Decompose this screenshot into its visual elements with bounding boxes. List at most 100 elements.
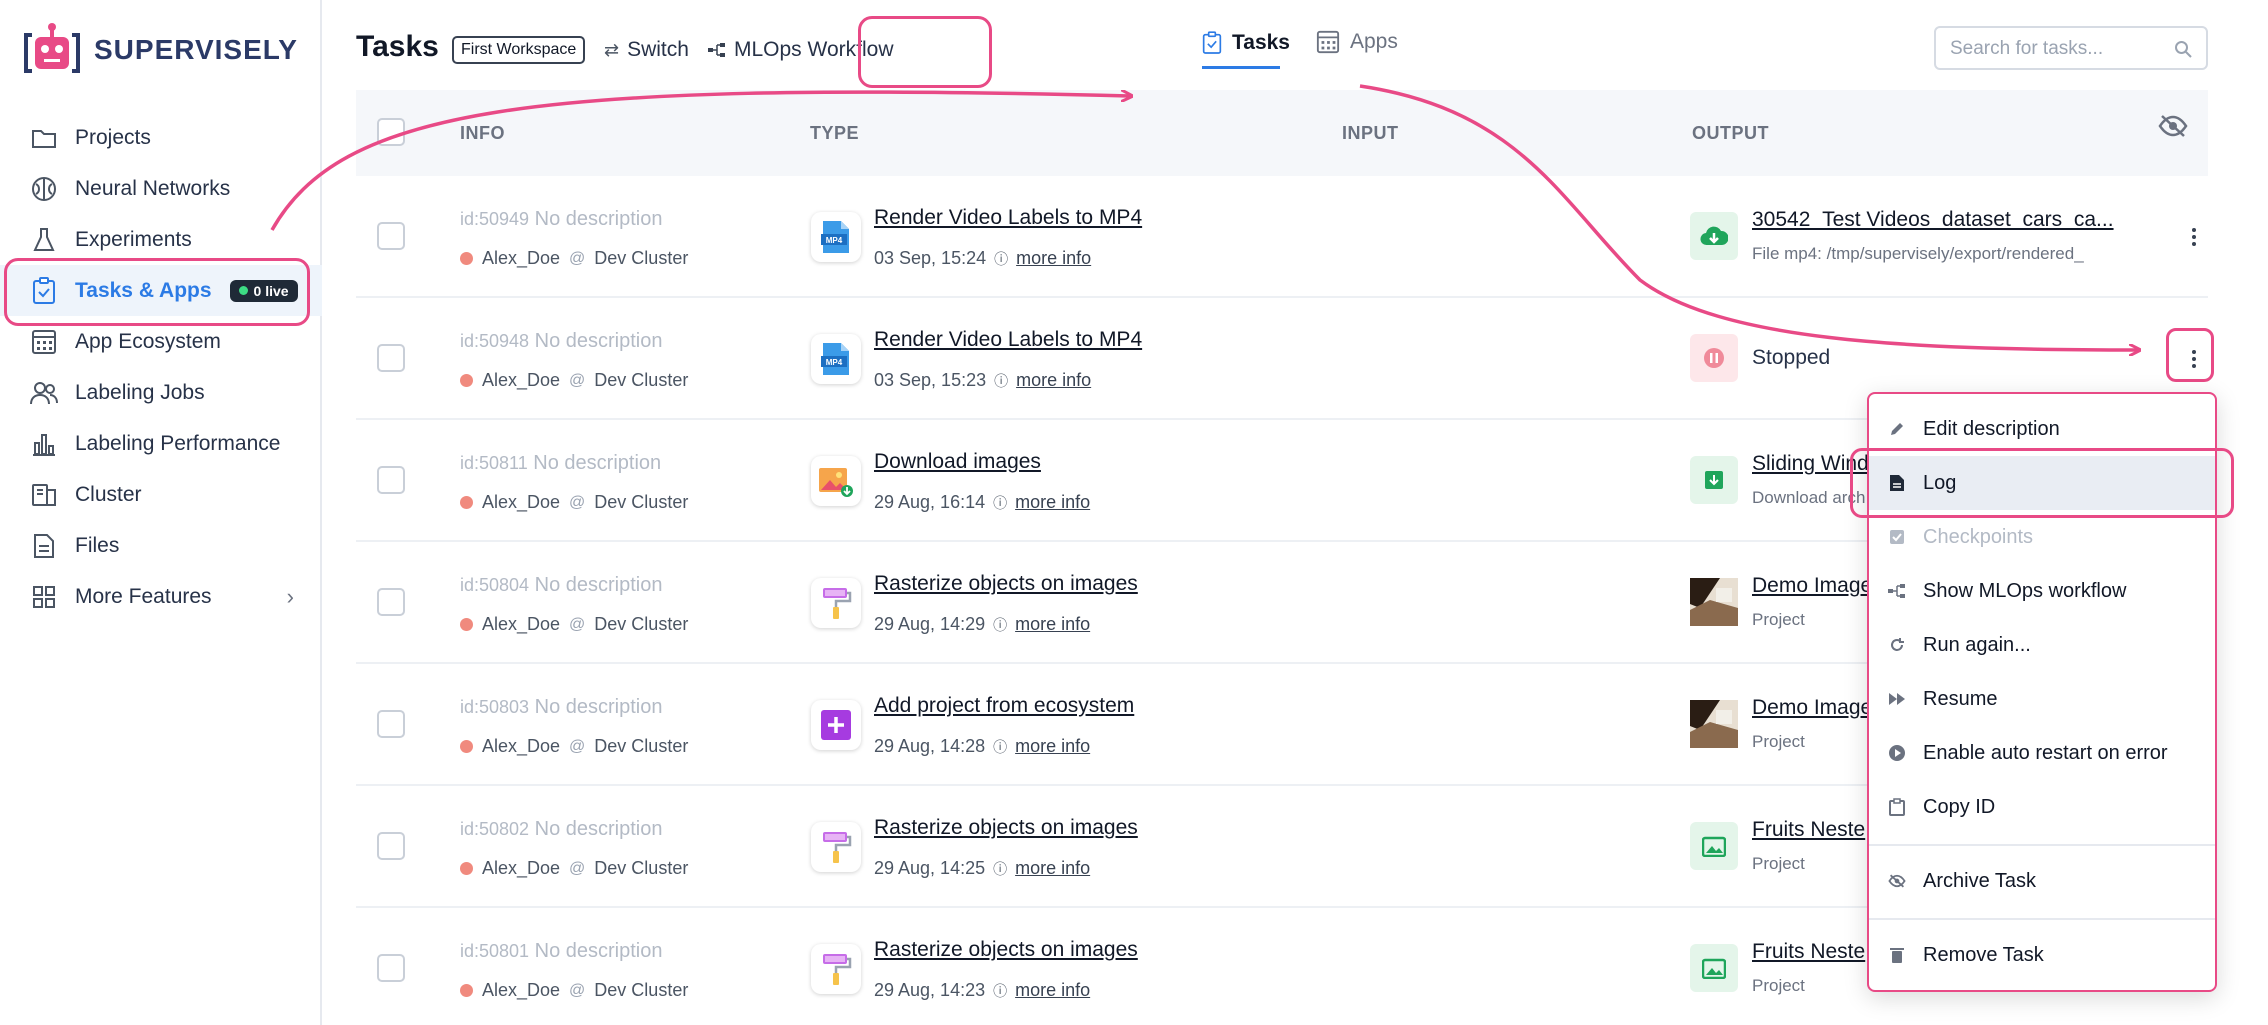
archive-download-icon xyxy=(1690,456,1738,504)
output-project-link[interactable]: Demo Image xyxy=(1752,574,1872,598)
sidebar-item-label: Experiments xyxy=(75,227,192,251)
row-checkbox[interactable] xyxy=(377,466,405,494)
row-checkbox[interactable] xyxy=(377,222,405,250)
user-name: Alex_Doe xyxy=(482,492,561,512)
task-date: 03 Sep, 15:24 ⓘ more info xyxy=(874,248,1091,269)
sidebar-item-labeling-jobs[interactable]: Labeling Jobs xyxy=(0,367,322,418)
menu-item-enable-auto-restart[interactable]: Enable auto restart on error xyxy=(1869,726,2215,780)
menu-item-resume[interactable]: Resume xyxy=(1869,672,2215,726)
task-description[interactable]: No description xyxy=(535,940,663,962)
switch-workspace-link[interactable]: ⇄ Switch xyxy=(604,38,689,62)
info-icon: ⓘ xyxy=(994,372,1009,389)
task-id: id:50803 xyxy=(460,697,530,717)
tab-apps[interactable]: Apps xyxy=(1316,30,1398,54)
file-icon xyxy=(30,532,58,560)
row-checkbox[interactable] xyxy=(377,710,405,738)
more-info-link[interactable]: more info xyxy=(1016,248,1091,269)
output-file-link[interactable]: 30542_Test Videos_dataset_cars_ca... xyxy=(1752,208,2114,232)
mp4-video-icon: MP4 xyxy=(811,212,861,262)
menu-item-label: Remove Task xyxy=(1923,943,2044,966)
more-info-link[interactable]: more info xyxy=(1015,736,1090,757)
search-input[interactable]: Search for tasks... xyxy=(1934,26,2208,70)
row-actions-menu-icon[interactable] xyxy=(2182,222,2206,252)
stopped-status-icon xyxy=(1690,334,1738,382)
task-app-name[interactable]: Render Video Labels to MP4 xyxy=(874,206,1142,230)
clipboard-check-icon xyxy=(1202,31,1222,54)
task-app-name[interactable]: Download images xyxy=(874,450,1041,474)
logo[interactable]: SUPERVISELY xyxy=(22,20,298,80)
download-images-icon xyxy=(811,456,861,506)
cluster-name: Dev Cluster xyxy=(594,248,689,268)
sidebar-item-more-features[interactable]: More Features › xyxy=(0,571,322,622)
brain-icon xyxy=(30,175,58,203)
more-info-link[interactable]: more info xyxy=(1015,614,1090,635)
table-row[interactable]: id:50949 No description Alex_Doe @ Dev Clu… xyxy=(356,176,2208,298)
menu-item-copy-id[interactable]: Copy ID xyxy=(1869,780,2215,834)
task-description[interactable]: No description xyxy=(535,574,663,596)
user-avatar xyxy=(460,496,473,509)
refresh-icon xyxy=(1885,637,1909,653)
menu-item-archive-task[interactable]: Archive Task xyxy=(1869,854,2215,908)
output-project-link[interactable]: Fruits Neste xyxy=(1752,818,1865,842)
row-checkbox[interactable] xyxy=(377,832,405,860)
menu-item-remove-task[interactable]: Remove Task xyxy=(1869,928,2215,982)
search-icon xyxy=(2175,41,2192,58)
task-app-name[interactable]: Rasterize objects on images xyxy=(874,572,1138,596)
task-id: id:50802 xyxy=(460,819,530,839)
task-info: id:50802 No description xyxy=(460,818,662,841)
sidebar-item-label: Projects xyxy=(75,125,151,149)
row-checkbox[interactable] xyxy=(377,954,405,982)
sidebar-item-cluster[interactable]: Cluster xyxy=(0,469,322,520)
sidebar-item-projects[interactable]: Projects xyxy=(0,112,322,163)
sidebar-item-files[interactable]: Files xyxy=(0,520,322,571)
more-info-link[interactable]: more info xyxy=(1016,370,1091,391)
user-avatar xyxy=(460,862,473,875)
sidebar-nav: Projects Neural Networks Experiments Tas… xyxy=(0,112,322,622)
more-info-link[interactable]: more info xyxy=(1015,492,1090,513)
menu-item-run-again[interactable]: Run again... xyxy=(1869,618,2215,672)
more-info-link[interactable]: more info xyxy=(1015,858,1090,879)
eye-off-icon[interactable] xyxy=(2158,114,2188,138)
task-description[interactable]: No description xyxy=(535,818,663,840)
more-info-link[interactable]: more info xyxy=(1015,980,1090,1001)
paint-roller-icon xyxy=(811,822,861,872)
task-app-name[interactable]: Add project from ecosystem xyxy=(874,694,1134,718)
menu-divider xyxy=(1869,844,2215,846)
row-checkbox[interactable] xyxy=(377,344,405,372)
task-timestamp: 29 Aug, 14:28 xyxy=(874,736,986,756)
workspace-chip[interactable]: First Workspace xyxy=(452,36,586,64)
column-header-input: INPUT xyxy=(1342,123,1399,143)
search-placeholder: Search for tasks... xyxy=(1950,38,2104,59)
eye-off-icon xyxy=(1885,874,1909,888)
output-project-link[interactable]: Fruits Neste xyxy=(1752,940,1865,964)
info-icon: ⓘ xyxy=(993,982,1008,999)
task-id: id:50948 xyxy=(460,331,530,351)
output-file-path: File mp4: /tmp/supervisely/export/render… xyxy=(1752,244,2084,263)
svg-text:MP4: MP4 xyxy=(826,358,843,367)
task-description[interactable]: No description xyxy=(533,452,661,474)
sidebar-item-labeling-performance[interactable]: Labeling Performance xyxy=(0,418,322,469)
menu-item-show-mlops-workflow[interactable]: Show MLOps workflow xyxy=(1869,564,2215,618)
task-user: Alex_Doe @ Dev Cluster xyxy=(460,492,688,513)
task-description[interactable]: No description xyxy=(535,330,663,352)
select-all-checkbox[interactable] xyxy=(377,118,405,146)
add-project-icon xyxy=(811,700,861,750)
task-description[interactable]: No description xyxy=(535,208,663,230)
user-avatar xyxy=(460,984,473,997)
row-checkbox[interactable] xyxy=(377,588,405,616)
at-sign: @ xyxy=(569,859,586,877)
sidebar-item-neural-networks[interactable]: Neural Networks xyxy=(0,163,322,214)
menu-item-label: Edit description xyxy=(1923,417,2060,440)
task-app-name[interactable]: Rasterize objects on images xyxy=(874,938,1138,962)
user-avatar xyxy=(460,618,473,631)
at-sign: @ xyxy=(569,371,586,389)
task-app-name[interactable]: Render Video Labels to MP4 xyxy=(874,328,1142,352)
menu-item-checkpoints[interactable]: Checkpoints xyxy=(1869,510,2215,564)
task-id: id:50801 xyxy=(460,941,530,961)
task-app-name[interactable]: Rasterize objects on images xyxy=(874,816,1138,840)
task-date: 29 Aug, 14:25 ⓘ more info xyxy=(874,858,1090,879)
tab-tasks[interactable]: Tasks xyxy=(1202,30,1290,56)
task-info: id:50801 No description xyxy=(460,940,662,963)
task-description[interactable]: No description xyxy=(535,696,663,718)
output-project-link[interactable]: Demo Image xyxy=(1752,696,1872,720)
